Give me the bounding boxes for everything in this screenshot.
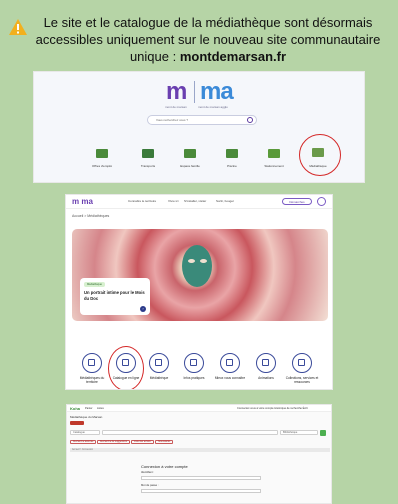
hero-portrait <box>182 245 212 287</box>
password-label: Mot de passe : <box>141 484 159 487</box>
notice-text: Le site et le catalogue de la médiathèqu… <box>34 14 382 65</box>
breadcrumb-bar: Accueil > Connexion <box>70 448 330 452</box>
question-icon[interactable] <box>220 353 240 373</box>
logo-agglo: ma <box>200 78 234 105</box>
lists-link[interactable]: Listes <box>97 407 104 410</box>
scope-select[interactable]: Catalogue <box>70 430 100 435</box>
login-title: Connexion à votre compte <box>141 464 188 469</box>
catalogue-screenshot: Koha Panier Listes Connectez-vous à votr… <box>66 404 332 504</box>
basket-link[interactable]: Panier <box>85 407 93 410</box>
circle-label[interactable]: Médiathèques du territoire <box>74 376 110 384</box>
logo-mont-de-marsan: m <box>166 78 187 105</box>
logo-sub-right: mont de marsan agglo <box>198 105 228 109</box>
hero-banner: Médiathèque Un portrait intime pour le M… <box>72 229 328 321</box>
category-label[interactable]: Transports <box>128 164 168 168</box>
circle-label[interactable]: Infos pratiques <box>176 376 212 380</box>
homepage-screenshot: m ma mont de marsan mont de marsan agglo… <box>33 71 365 183</box>
category-label[interactable]: Piscine <box>212 164 252 168</box>
catalogue-search-input[interactable] <box>102 430 278 435</box>
notice-line-1: Le site et le catalogue de la médiathèqu… <box>43 15 373 30</box>
circle-label[interactable]: Collections, services et ressources <box>284 376 320 384</box>
mediatheque-screenshot: m ma Connaître le territoire Vivre ici S… <box>65 194 333 390</box>
circle-label[interactable]: Mieux vous connaître <box>212 376 248 380</box>
territory-libraries-icon[interactable] <box>82 353 102 373</box>
breadcrumb[interactable]: Accueil > Médiathèques <box>72 214 109 218</box>
account-links[interactable]: Connectez-vous à votre compte Historique… <box>237 407 308 410</box>
nav-chip[interactable]: Nouveautés <box>155 440 174 444</box>
search-icon[interactable] <box>317 197 326 206</box>
warning-icon <box>9 19 27 35</box>
demarches-button[interactable]: Démarches <box>282 198 312 205</box>
category-label[interactable]: Stationnement <box>254 164 294 168</box>
category-label[interactable]: Offres d'emploi <box>82 164 122 168</box>
hero-eye <box>200 259 207 263</box>
logo-sub-left: mont de marsan <box>165 105 187 109</box>
featured-card[interactable]: Médiathèque Un portrait intime pour le M… <box>80 278 150 315</box>
card-title: Un portrait intime pour le Mois du Doc <box>84 290 145 301</box>
library-select[interactable]: Bibliothèque <box>280 430 318 435</box>
logo-divider <box>194 81 195 103</box>
arrow-right-icon[interactable]: › <box>140 306 146 312</box>
info-notice: Le site et le catalogue de la médiathèqu… <box>0 0 398 68</box>
nav-item[interactable]: Connaître le territoire <box>128 199 156 203</box>
library-name: Médiathèque du Marsan <box>70 415 103 419</box>
highlight-ring <box>108 346 144 389</box>
top-nav: m ma Connaître le territoire Vivre ici S… <box>66 195 332 209</box>
notice-line-3: unique : montdemarsan.fr <box>129 49 287 64</box>
site-link[interactable]: montdemarsan.fr <box>180 49 286 64</box>
username-label: Identifiant : <box>141 471 155 474</box>
events-icon[interactable] <box>256 353 276 373</box>
hero-eye <box>188 259 195 263</box>
koha-logo[interactable]: Koha <box>70 406 80 411</box>
bus-icon[interactable] <box>142 149 154 158</box>
password-input[interactable] <box>141 489 261 493</box>
nav-item[interactable]: Vivre ici <box>168 199 178 203</box>
info-icon[interactable] <box>184 353 204 373</box>
nav-item[interactable]: Sortir, bouger <box>216 199 234 203</box>
username-input[interactable] <box>141 476 261 480</box>
nav-chip[interactable]: Recherche avancée <box>70 440 97 444</box>
nav-chip[interactable]: Liste des achats <box>131 440 154 444</box>
highlight-ring <box>299 134 341 176</box>
card-tag: Médiathèque <box>84 282 105 287</box>
nav-chip[interactable]: Recherche de suggestions <box>97 440 131 444</box>
notice-line-2: accessibles uniquement sur le nouveau si… <box>35 32 381 47</box>
category-label[interactable]: Espace famille <box>170 164 210 168</box>
collections-icon[interactable] <box>292 353 312 373</box>
briefcase-icon[interactable] <box>96 149 108 158</box>
circle-label[interactable]: Médiathèque <box>141 376 177 380</box>
menu-button[interactable] <box>70 421 84 425</box>
nav-item[interactable]: S'installer, visiter <box>184 199 206 203</box>
site-logo[interactable]: m ma <box>72 197 93 206</box>
pool-icon[interactable] <box>226 149 238 158</box>
family-icon[interactable] <box>184 149 196 158</box>
parking-icon[interactable] <box>268 149 280 158</box>
search-icon[interactable] <box>247 117 253 123</box>
search-input[interactable]: Vous recherchez vous ? <box>147 115 257 125</box>
circle-label[interactable]: Animations <box>248 376 284 380</box>
books-icon[interactable] <box>149 353 169 373</box>
search-go-button[interactable] <box>320 430 326 436</box>
catalogue-topbar: Koha Panier Listes Connectez-vous à votr… <box>67 405 331 412</box>
